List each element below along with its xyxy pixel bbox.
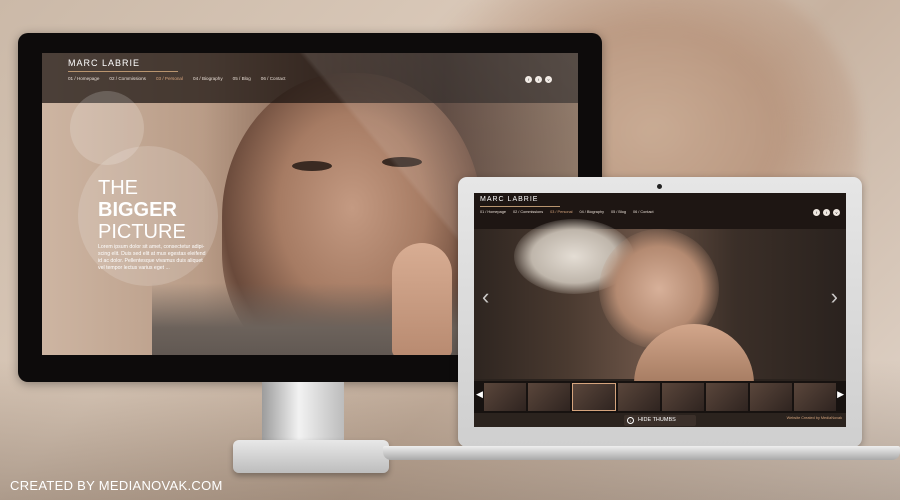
laptop-menu-item-contact[interactable]: 06 / Contact (633, 210, 653, 214)
laptop-twitter-icon[interactable]: t (823, 209, 830, 216)
thumbnail[interactable] (750, 383, 792, 411)
gallery-main-photo: ‹ › (474, 219, 846, 384)
headline-line-2: BIGGER (98, 199, 177, 221)
laptop-site-logo[interactable]: MARC LABRIE (480, 196, 538, 203)
menu-item-commissions[interactable]: 02 / Commissions (109, 76, 146, 81)
laptop-menu-item-biography[interactable]: 04 / Biography (580, 210, 605, 214)
thumbnail[interactable] (618, 383, 660, 411)
thumbnail-active[interactable] (572, 383, 616, 411)
laptop-menu-item-personal[interactable]: 03 / Personal (550, 210, 572, 214)
hero-headline: THE BIGGER PICTURE (98, 177, 186, 243)
hide-thumbs-label: HIDE THUMBS (638, 417, 676, 423)
hero-body-text: Lorem ipsum dolor sit amet, consectetur … (98, 244, 206, 271)
laptop: MARC LABRIE 01 / Homepage 02 / Commissio… (458, 177, 862, 447)
thumbs-next-icon[interactable]: ▶ (837, 389, 844, 400)
thumbnail[interactable] (794, 383, 836, 411)
thumbs-prev-icon[interactable]: ◀ (476, 389, 483, 400)
menu-item-homepage[interactable]: 01 / Homepage (68, 76, 99, 81)
image-credit: CREATED BY MEDIANOVAK.COM (10, 478, 223, 493)
webcam (657, 184, 662, 189)
thumbnail[interactable] (662, 383, 704, 411)
laptop-social-links: f t v (813, 209, 840, 216)
website-credit[interactable]: Website Created by MediaNovak (787, 416, 842, 420)
hide-thumbs-button[interactable]: ↓ HIDE THUMBS (624, 415, 696, 426)
laptop-main-menu: 01 / Homepage 02 / Commissions 03 / Pers… (480, 210, 654, 214)
menu-item-personal[interactable]: 03 / Personal (156, 76, 183, 81)
laptop-vimeo-icon[interactable]: v (833, 209, 840, 216)
gallery-footer: ↓ HIDE THUMBS Website Created by MediaNo… (474, 413, 846, 427)
laptop-screen: MARC LABRIE 01 / Homepage 02 / Commissio… (474, 193, 846, 427)
laptop-site-header: MARC LABRIE 01 / Homepage 02 / Commissio… (474, 193, 846, 229)
monitor-stand-base (233, 440, 389, 473)
thumbnail-strip: ◀ ▶ (474, 381, 846, 413)
laptop-facebook-icon[interactable]: f (813, 209, 820, 216)
thumbnail[interactable] (484, 383, 526, 411)
gallery-prev-arrow[interactable]: ‹ (482, 284, 489, 310)
gallery-next-arrow[interactable]: › (831, 284, 838, 310)
menu-item-biography[interactable]: 04 / Biography (193, 76, 223, 81)
headline-line-3: PICTURE (98, 221, 186, 243)
laptop-menu-item-commissions[interactable]: 02 / Commissions (513, 210, 543, 214)
site-logo[interactable]: MARC LABRIE (68, 58, 140, 68)
headline-line-1: THE (98, 177, 138, 199)
laptop-logo-underline (480, 206, 560, 207)
laptop-base (383, 446, 900, 460)
logo-underline (68, 71, 178, 72)
monitor-stand-neck (262, 382, 344, 440)
arrow-down-icon: ↓ (627, 417, 634, 424)
laptop-menu-item-blog[interactable]: 05 / Blog (611, 210, 626, 214)
laptop-menu-item-homepage[interactable]: 01 / Homepage (480, 210, 506, 214)
thumbnail[interactable] (706, 383, 748, 411)
thumbnail[interactable] (528, 383, 570, 411)
